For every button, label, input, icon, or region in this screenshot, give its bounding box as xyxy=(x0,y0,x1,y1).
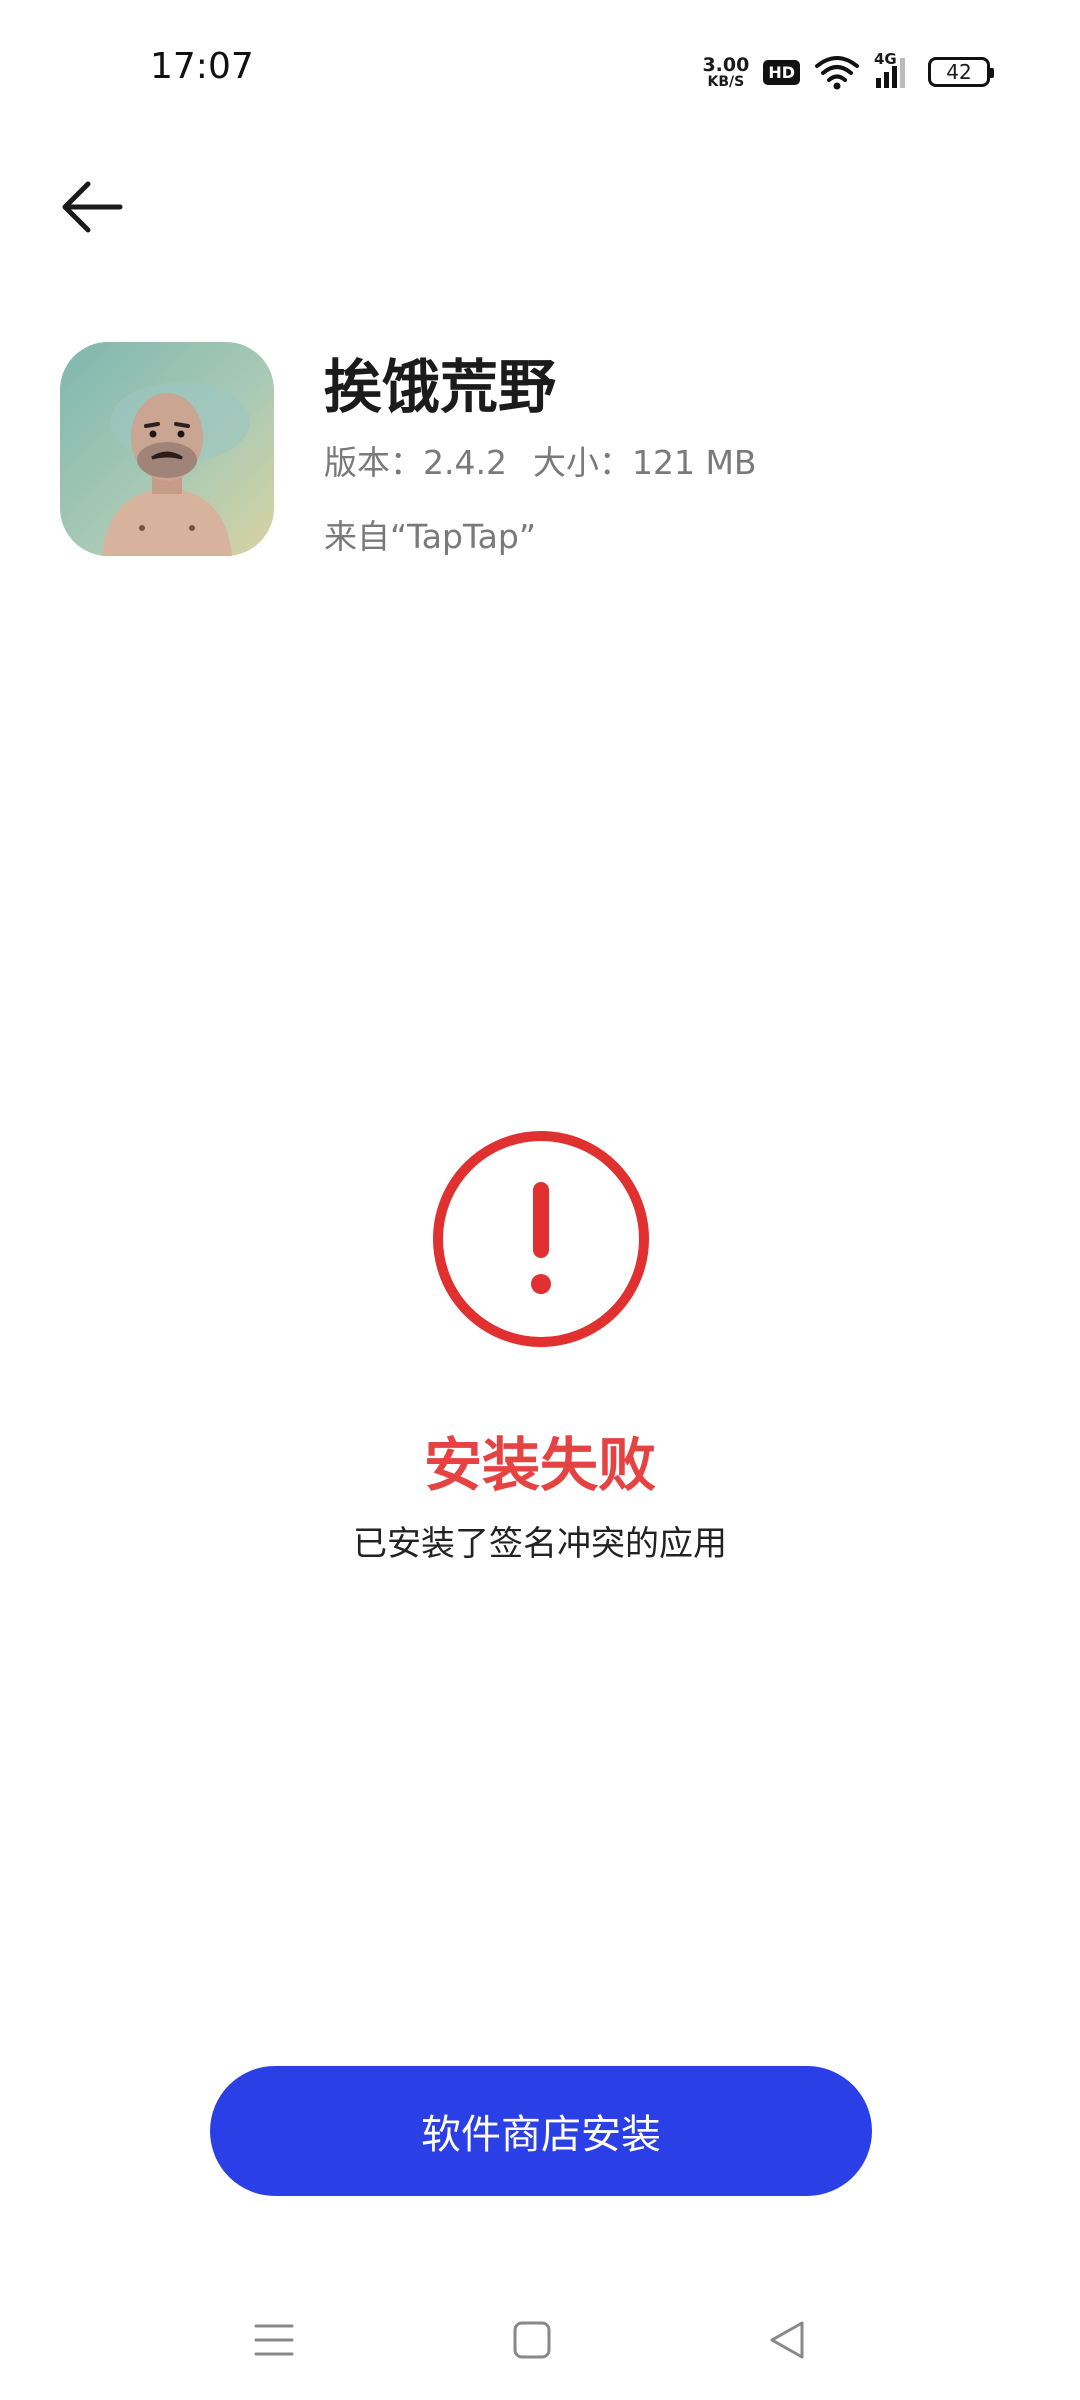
network-speed: 3.00 KB/S xyxy=(702,53,750,90)
battery-level: 42 xyxy=(946,60,972,84)
error-icon xyxy=(433,1131,649,1347)
app-version: 版本：2.4.2 xyxy=(324,443,507,482)
app-meta: 版本：2.4.2 大小：121 MB xyxy=(324,436,757,484)
status-icons: 3.00 KB/S HD 4G 42 xyxy=(702,50,994,94)
install-failed-reason: 已安装了签名冲突的应用 xyxy=(353,1524,727,1564)
status-time: 17:07 xyxy=(150,46,254,87)
home-button[interactable] xyxy=(502,2310,562,2370)
cellular-signal-icon: 4G xyxy=(874,50,914,90)
hd-icon: HD xyxy=(763,59,800,85)
menu-icon xyxy=(254,2324,294,2356)
nav-back-button[interactable] xyxy=(758,2310,818,2370)
battery-icon: 42 xyxy=(928,57,994,87)
app-icon xyxy=(60,342,274,556)
network-speed-unit: KB/S xyxy=(707,73,745,90)
app-source: 来自“TapTap” xyxy=(324,517,536,556)
back-button[interactable] xyxy=(58,176,138,238)
install-failed-title: 安装失败 xyxy=(423,1431,656,1499)
network-speed-value: 3.00 xyxy=(702,53,750,76)
app-store-install-button[interactable]: 软件商店安装 xyxy=(210,2066,872,2196)
arrow-left-icon xyxy=(62,181,123,233)
status-bar: 17:07 3.00 KB/S HD 4G 42 xyxy=(0,0,1080,140)
home-icon xyxy=(513,2321,551,2359)
back-triangle-icon xyxy=(770,2321,804,2359)
wifi-icon xyxy=(815,56,859,90)
app-name: 挨饿荒野 xyxy=(324,353,557,421)
app-size: 大小：121 MB xyxy=(532,443,757,482)
menu-button[interactable] xyxy=(244,2310,304,2370)
